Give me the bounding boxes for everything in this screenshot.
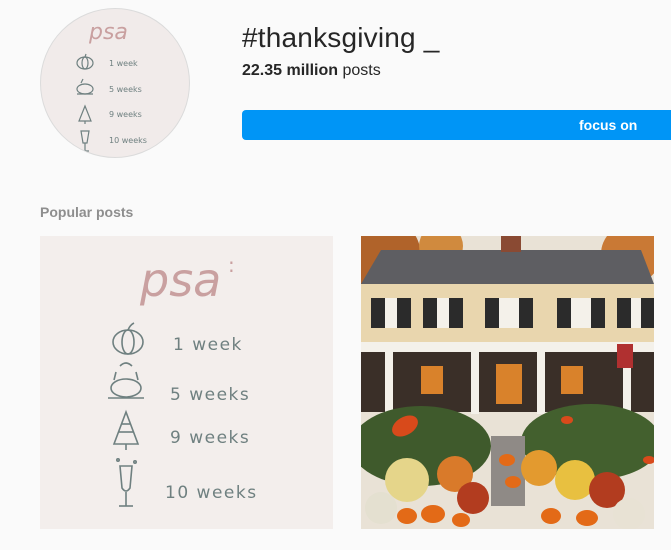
follow-button[interactable]: focus on bbox=[242, 110, 671, 140]
avatar-row-label: 9 weeks bbox=[109, 110, 142, 119]
post-count-suffix: posts bbox=[342, 62, 381, 79]
post-count: 22.35 million posts bbox=[242, 62, 381, 80]
post-thumbnail-psa[interactable]: psa : 1 week 5 weeks 9 weeks 10 weeks bbox=[40, 236, 333, 529]
avatar-row-label: 1 week bbox=[109, 59, 138, 68]
psa-row-label: 1 week bbox=[173, 335, 243, 355]
popular-posts-heading: Popular posts bbox=[40, 204, 134, 220]
psa-row-label: 9 weeks bbox=[170, 428, 250, 448]
avatar-row-label: 5 weeks bbox=[109, 85, 142, 94]
post-thumbnail-autumn-house[interactable] bbox=[361, 236, 654, 529]
autumn-house-photo bbox=[361, 236, 654, 529]
hashtag-avatar: psa 1 week 5 weeks 9 weeks 10 weeks bbox=[40, 8, 190, 158]
psa-row-label: 10 weeks bbox=[165, 483, 258, 503]
psa-title: psa bbox=[139, 253, 221, 307]
avatar-row-label: 10 weeks bbox=[109, 136, 147, 145]
psa-card-graphic: psa : 1 week 5 weeks 9 weeks 10 weeks bbox=[40, 236, 333, 529]
psa-colon: : bbox=[228, 253, 235, 277]
post-count-value: 22.35 million bbox=[242, 62, 339, 79]
avatar-psa-text: psa bbox=[88, 20, 128, 45]
hashtag-title: #thanksgiving _ bbox=[242, 22, 440, 53]
avatar-graphic: psa 1 week 5 weeks 9 weeks 10 weeks bbox=[76, 20, 147, 152]
psa-row-label: 5 weeks bbox=[170, 385, 250, 405]
